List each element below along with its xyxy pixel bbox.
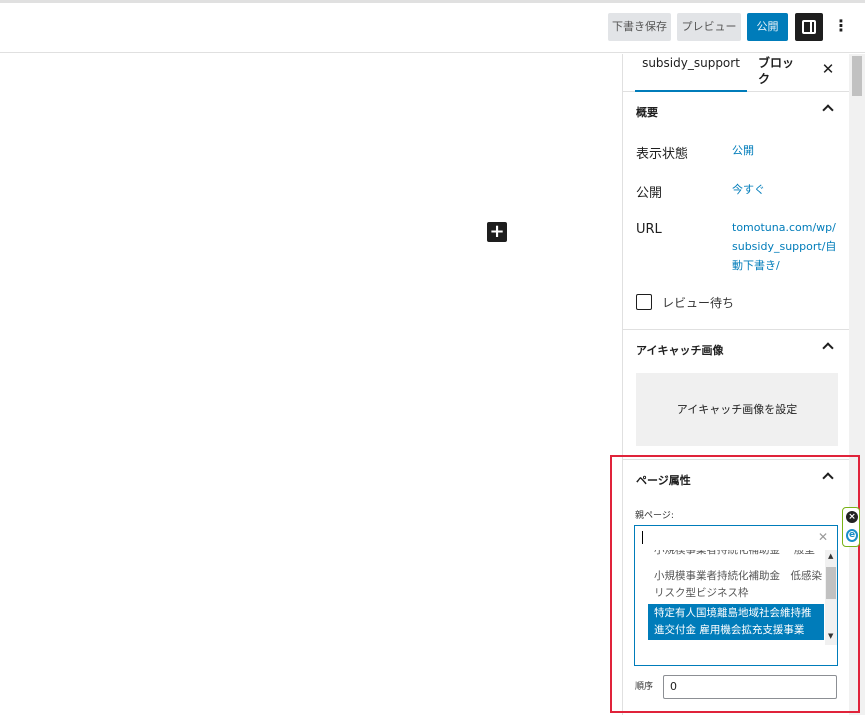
url-line: subsidy_support/自 xyxy=(732,240,837,253)
extension-e-icon[interactable]: e xyxy=(846,529,858,542)
editor-app: 下書き保存 プレビュー 公開 ⋮ + subsidy_support ブロック … xyxy=(0,0,865,715)
pending-review-checkbox[interactable] xyxy=(636,294,652,310)
save-draft-button[interactable]: 下書き保存 xyxy=(608,13,671,41)
featured-image-title: アイキャッチ画像 xyxy=(636,344,724,357)
url-line: 動下書き/ xyxy=(732,259,780,272)
chevron-up-icon xyxy=(822,103,832,113)
publish-date-value[interactable]: 今すぐ xyxy=(732,180,765,199)
sidebar-toggle-icon xyxy=(802,20,816,34)
settings-toggle-button[interactable] xyxy=(795,13,823,41)
preview-button[interactable]: プレビュー xyxy=(677,13,741,41)
scrollbar-thumb[interactable] xyxy=(852,56,862,96)
tab-block[interactable]: ブロック xyxy=(758,54,804,92)
extension-widget[interactable]: × e xyxy=(842,507,860,547)
summary-panel-header[interactable]: 概要 xyxy=(623,92,850,128)
editor-canvas[interactable]: + xyxy=(0,54,622,715)
visibility-value[interactable]: 公開 xyxy=(732,141,754,160)
url-label: URL xyxy=(636,222,662,237)
summary-panel-title: 概要 xyxy=(636,106,658,119)
sidebar-tabs: subsidy_support ブロック ✕ xyxy=(623,54,850,92)
url-line: tomotuna.com/wp/ xyxy=(732,221,836,234)
chevron-up-icon xyxy=(822,341,832,351)
pending-review-label: レビュー待ち xyxy=(662,296,735,310)
editor-header: 下書き保存 プレビュー 公開 ⋮ xyxy=(0,3,865,53)
close-sidebar-button[interactable]: ✕ xyxy=(821,62,835,77)
set-featured-image-button[interactable]: アイキャッチ画像を設定 xyxy=(636,373,838,446)
publish-button[interactable]: 公開 xyxy=(747,13,788,41)
tab-document[interactable]: subsidy_support xyxy=(635,54,747,92)
add-block-button[interactable]: + xyxy=(487,222,507,242)
url-value[interactable]: tomotuna.com/wp/ subsidy_support/自 動下書き/ xyxy=(732,218,836,275)
close-circle-icon[interactable]: × xyxy=(846,511,858,523)
visibility-label: 表示状態 xyxy=(636,147,689,162)
featured-image-panel-header[interactable]: アイキャッチ画像 xyxy=(623,330,850,366)
publish-label: 公開 xyxy=(636,186,663,201)
highlight-box xyxy=(610,455,860,713)
more-options-button[interactable]: ⋮ xyxy=(833,13,849,41)
